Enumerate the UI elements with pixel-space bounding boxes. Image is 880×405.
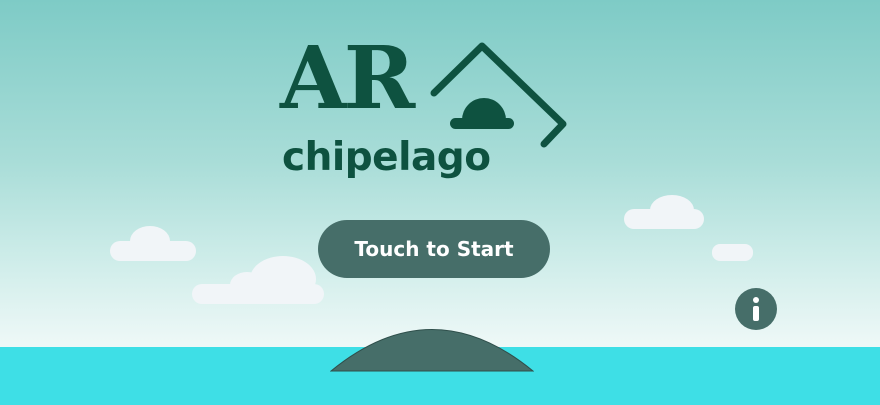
island bbox=[330, 329, 534, 372]
title-screen[interactable]: AR chipelago Touch to Start bbox=[0, 0, 880, 405]
logo-title-ar: AR bbox=[280, 28, 415, 129]
touch-to-start-button[interactable]: Touch to Start bbox=[318, 220, 550, 278]
cloud-center-left bbox=[192, 256, 324, 304]
cloud-left bbox=[110, 226, 196, 262]
logo-title-chipelago: chipelago bbox=[282, 135, 491, 180]
cloud-right bbox=[624, 195, 704, 229]
app-logo: AR chipelago bbox=[270, 30, 580, 200]
cloud-small-right bbox=[712, 244, 753, 261]
info-button[interactable] bbox=[735, 288, 777, 330]
